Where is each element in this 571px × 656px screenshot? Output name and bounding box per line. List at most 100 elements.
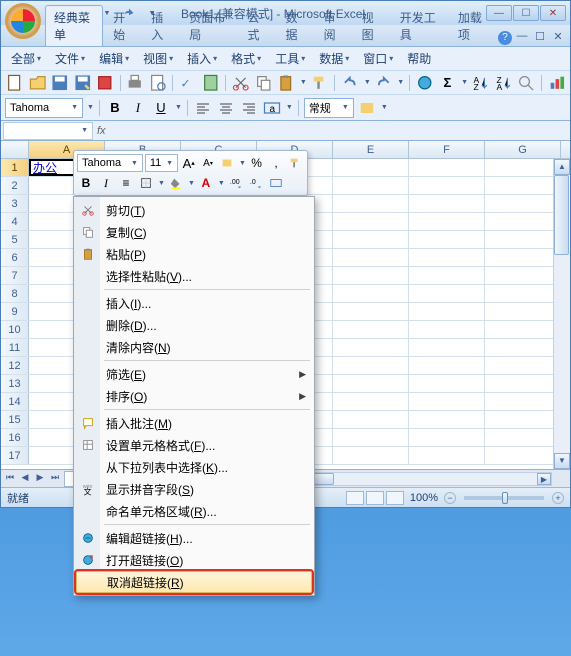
cell[interactable] bbox=[409, 357, 485, 374]
cell[interactable] bbox=[333, 267, 409, 284]
col-header-g[interactable]: G bbox=[485, 141, 561, 158]
cell[interactable] bbox=[485, 339, 561, 356]
context-menu-item[interactable]: 插入(I)... bbox=[76, 292, 312, 314]
menu-help[interactable]: 帮助 bbox=[401, 48, 437, 69]
context-menu-item[interactable]: 选择性粘贴(V)... bbox=[76, 265, 312, 287]
sort-desc-icon[interactable]: ZA bbox=[494, 73, 514, 93]
cell[interactable] bbox=[333, 429, 409, 446]
save-icon[interactable] bbox=[50, 73, 70, 93]
zoom-slider[interactable] bbox=[464, 496, 544, 500]
mini-accounting-icon[interactable] bbox=[219, 154, 236, 172]
cell[interactable] bbox=[485, 321, 561, 338]
mini-fill-color-icon[interactable] bbox=[167, 174, 185, 192]
sheet-first-icon[interactable]: ⏮ bbox=[3, 472, 17, 486]
menu-edit[interactable]: 编辑▾ bbox=[93, 48, 135, 69]
cell[interactable] bbox=[409, 249, 485, 266]
paste-dropdown-icon[interactable]: ▼ bbox=[300, 79, 307, 86]
row-header[interactable]: 9 bbox=[1, 303, 29, 320]
row-header[interactable]: 10 bbox=[1, 321, 29, 338]
sheet-next-icon[interactable]: ▶ bbox=[33, 472, 47, 486]
mini-fill-dd[interactable]: ▼ bbox=[188, 180, 195, 187]
row-header[interactable]: 6 bbox=[1, 249, 29, 266]
cell[interactable] bbox=[333, 213, 409, 230]
cell[interactable] bbox=[485, 393, 561, 410]
menu-data[interactable]: 数据▾ bbox=[313, 48, 355, 69]
cell[interactable] bbox=[409, 285, 485, 302]
cell[interactable] bbox=[333, 303, 409, 320]
row-header[interactable]: 5 bbox=[1, 231, 29, 248]
view-normal-icon[interactable] bbox=[346, 491, 364, 505]
tab-addins[interactable]: 加载项 bbox=[450, 6, 496, 46]
paste-icon[interactable] bbox=[276, 73, 296, 93]
mini-borders-icon[interactable] bbox=[137, 174, 155, 192]
menu-format[interactable]: 格式▾ bbox=[225, 48, 267, 69]
mini-comma-icon[interactable]: , bbox=[267, 154, 284, 172]
tab-formulas[interactable]: 公式 bbox=[239, 6, 275, 46]
col-header-f[interactable]: F bbox=[409, 141, 485, 158]
hyperlink-icon[interactable] bbox=[415, 73, 435, 93]
cell[interactable] bbox=[485, 411, 561, 428]
tab-home[interactable]: 开始 bbox=[105, 6, 141, 46]
mini-bold-button[interactable]: B bbox=[77, 174, 95, 192]
spell-icon[interactable]: ✓ bbox=[178, 73, 198, 93]
currency-dd[interactable]: ▼ bbox=[381, 104, 388, 111]
cell[interactable] bbox=[333, 177, 409, 194]
cell[interactable] bbox=[333, 447, 409, 464]
cell[interactable] bbox=[409, 339, 485, 356]
mini-format-painter-icon[interactable] bbox=[287, 154, 304, 172]
mini-font-combo[interactable]: Tahoma▼ bbox=[77, 154, 143, 172]
tab-developer[interactable]: 开发工具 bbox=[392, 6, 448, 46]
context-menu-item[interactable]: 编辑超链接(H)... bbox=[76, 527, 312, 549]
mini-increase-decimal-icon[interactable]: .0 bbox=[247, 174, 265, 192]
zoom-out-icon[interactable]: − bbox=[444, 492, 456, 504]
col-header-e[interactable]: E bbox=[333, 141, 409, 158]
maximize-button[interactable]: ☐ bbox=[513, 5, 539, 21]
align-left-icon[interactable] bbox=[193, 98, 213, 118]
row-header[interactable]: 17 bbox=[1, 447, 29, 464]
cell[interactable] bbox=[409, 267, 485, 284]
close-button[interactable]: ✕ bbox=[540, 5, 566, 21]
cell[interactable] bbox=[409, 177, 485, 194]
new-icon[interactable] bbox=[5, 73, 25, 93]
copy-icon[interactable] bbox=[254, 73, 274, 93]
tab-view[interactable]: 视图 bbox=[354, 6, 390, 46]
cell[interactable] bbox=[333, 411, 409, 428]
context-menu-item[interactable]: 筛选(E)▶ bbox=[76, 363, 312, 385]
mini-accounting-dd[interactable]: ▼ bbox=[239, 160, 246, 167]
context-menu-item[interactable]: 取消超链接(R) bbox=[76, 571, 312, 593]
cell[interactable] bbox=[409, 195, 485, 212]
cell[interactable] bbox=[409, 393, 485, 410]
zoom-in-icon[interactable]: + bbox=[552, 492, 564, 504]
sum-icon[interactable]: Σ bbox=[438, 73, 458, 93]
underline-button[interactable]: U bbox=[151, 98, 171, 118]
menu-all[interactable]: 全部▾ bbox=[5, 48, 47, 69]
cell[interactable] bbox=[485, 213, 561, 230]
mini-align-center-icon[interactable]: ≡ bbox=[117, 174, 135, 192]
context-menu-item[interactable]: 从下拉列表中选择(K)... bbox=[76, 456, 312, 478]
ribbon-restore-icon[interactable]: ☐ bbox=[532, 30, 548, 46]
mini-size-combo[interactable]: 11▼ bbox=[145, 154, 178, 172]
cell[interactable] bbox=[409, 231, 485, 248]
office-button[interactable] bbox=[5, 3, 41, 39]
research-icon[interactable] bbox=[201, 73, 221, 93]
row-header[interactable]: 14 bbox=[1, 393, 29, 410]
cell[interactable] bbox=[333, 159, 409, 176]
sheet-prev-icon[interactable]: ◀ bbox=[18, 472, 32, 486]
cut-icon[interactable] bbox=[231, 73, 251, 93]
find-icon[interactable] bbox=[516, 73, 536, 93]
row-header[interactable]: 16 bbox=[1, 429, 29, 446]
cell[interactable] bbox=[409, 303, 485, 320]
cell[interactable] bbox=[333, 357, 409, 374]
font-combo[interactable]: Tahoma▼ bbox=[5, 98, 83, 118]
cell[interactable] bbox=[485, 285, 561, 302]
cell[interactable] bbox=[409, 213, 485, 230]
underline-dd[interactable]: ▼ bbox=[175, 104, 182, 111]
cell[interactable] bbox=[485, 429, 561, 446]
mini-merge-icon[interactable] bbox=[267, 174, 285, 192]
cell[interactable] bbox=[409, 447, 485, 464]
hyperlink-cell[interactable]: 办公 bbox=[33, 161, 57, 175]
merge-center-icon[interactable]: a bbox=[262, 98, 282, 118]
format-painter-icon[interactable] bbox=[310, 73, 330, 93]
row-header[interactable]: 13 bbox=[1, 375, 29, 392]
mini-shrink-font-icon[interactable]: A▾ bbox=[199, 154, 216, 172]
